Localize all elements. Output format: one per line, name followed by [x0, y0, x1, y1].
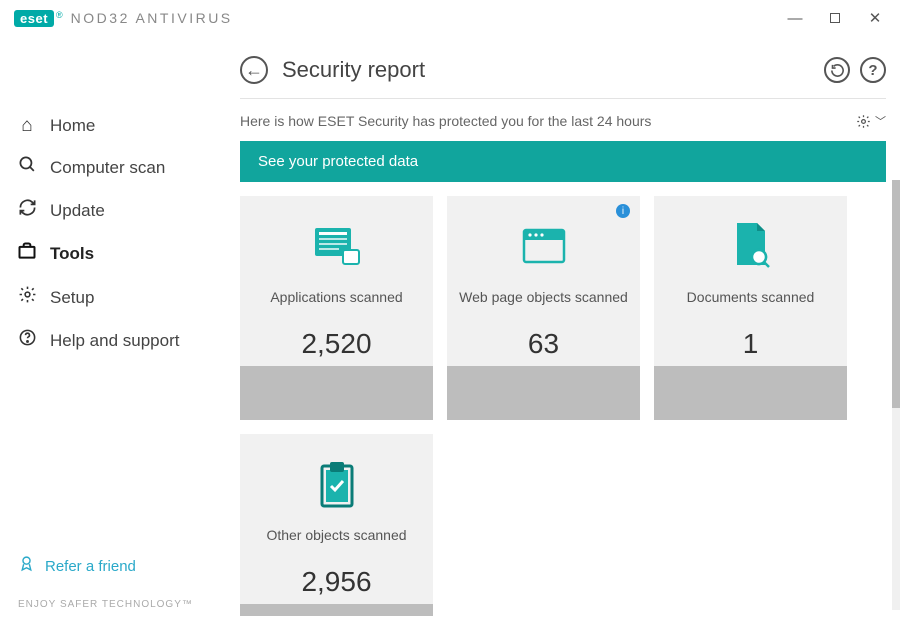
titlebar: eset ® NOD32 ANTIVIRUS — ✕ — [0, 0, 900, 36]
clipboard-check-icon — [316, 456, 358, 512]
subtitle-text: Here is how ESET Security has protected … — [240, 113, 651, 129]
card-footer — [240, 604, 433, 616]
sidebar-item-label: Help and support — [50, 331, 179, 351]
minimize-button[interactable]: — — [786, 11, 804, 26]
card-documents[interactable]: Documents scanned 1 — [654, 196, 847, 420]
card-label: Other objects scanned — [266, 526, 406, 560]
protected-data-banner[interactable]: See your protected data — [240, 141, 886, 182]
refer-friend-link[interactable]: Refer a friend — [0, 545, 230, 587]
scrollbar-thumb[interactable] — [892, 180, 900, 408]
chevron-down-icon: ﹀ — [875, 113, 886, 129]
help-button[interactable]: ? — [860, 57, 886, 83]
card-value: 2,520 — [301, 328, 371, 360]
document-search-icon — [729, 218, 773, 274]
main-content: ← Security report ? Here is how ESET Sec… — [230, 36, 900, 620]
refer-label: Refer a friend — [45, 558, 136, 575]
sidebar-item-label: Tools — [50, 244, 94, 264]
card-other-objects[interactable]: Other objects scanned 2,956 — [240, 434, 433, 616]
page-header: ← Security report ? — [240, 56, 886, 99]
sidebar-item-help[interactable]: Help and support — [0, 319, 230, 362]
sidebar: ⌂ Home Computer scan Update Tools — [0, 36, 230, 620]
maximize-button[interactable] — [826, 11, 844, 26]
sidebar-item-label: Setup — [50, 288, 94, 308]
sidebar-item-scan[interactable]: Computer scan — [0, 146, 230, 189]
banner-text: See your protected data — [258, 153, 418, 170]
browser-icon — [520, 218, 568, 274]
subheader: Here is how ESET Security has protected … — [240, 99, 886, 141]
sidebar-item-label: Home — [50, 116, 95, 136]
back-button[interactable]: ← — [240, 56, 268, 84]
close-button[interactable]: ✕ — [866, 11, 884, 26]
cards-grid: Applications scanned 2,520 i Web page ob… — [240, 196, 886, 616]
card-footer — [654, 366, 847, 420]
window-controls: — ✕ — [786, 11, 892, 26]
gear-icon — [856, 114, 871, 129]
sidebar-item-home[interactable]: ⌂ Home — [0, 106, 230, 146]
card-value: 2,956 — [301, 566, 371, 598]
home-icon: ⌂ — [16, 115, 38, 137]
reload-button[interactable] — [824, 57, 850, 83]
briefcase-icon — [16, 241, 38, 267]
card-web-objects[interactable]: i Web page objects scanned 63 — [447, 196, 640, 420]
settings-dropdown[interactable]: ﹀ — [856, 113, 886, 129]
card-applications[interactable]: Applications scanned 2,520 — [240, 196, 433, 420]
product-name: NOD32 ANTIVIRUS — [71, 10, 233, 26]
refresh-icon — [16, 198, 38, 223]
sidebar-item-update[interactable]: Update — [0, 189, 230, 232]
search-icon — [16, 155, 38, 180]
card-value: 63 — [528, 328, 559, 360]
card-label: Web page objects scanned — [459, 288, 628, 322]
brand-badge: eset — [14, 10, 54, 27]
card-label: Documents scanned — [687, 288, 815, 322]
brand-registered: ® — [56, 10, 63, 20]
info-icon[interactable]: i — [616, 204, 630, 218]
sidebar-item-label: Update — [50, 201, 105, 221]
card-value: 1 — [743, 328, 759, 360]
applications-icon — [311, 218, 363, 274]
sidebar-item-setup[interactable]: Setup — [0, 276, 230, 319]
nav-list: ⌂ Home Computer scan Update Tools — [0, 106, 230, 362]
tagline: ENJOY SAFER TECHNOLOGY™ — [0, 587, 230, 620]
page-title: Security report — [282, 57, 425, 83]
card-label: Applications scanned — [270, 288, 402, 322]
brand: eset ® NOD32 ANTIVIRUS — [14, 10, 233, 27]
gear-icon — [16, 285, 38, 310]
award-icon — [18, 555, 35, 577]
card-footer — [447, 366, 640, 420]
card-footer — [240, 366, 433, 420]
sidebar-item-label: Computer scan — [50, 158, 165, 178]
sidebar-item-tools[interactable]: Tools — [0, 232, 230, 276]
help-icon — [16, 328, 38, 353]
